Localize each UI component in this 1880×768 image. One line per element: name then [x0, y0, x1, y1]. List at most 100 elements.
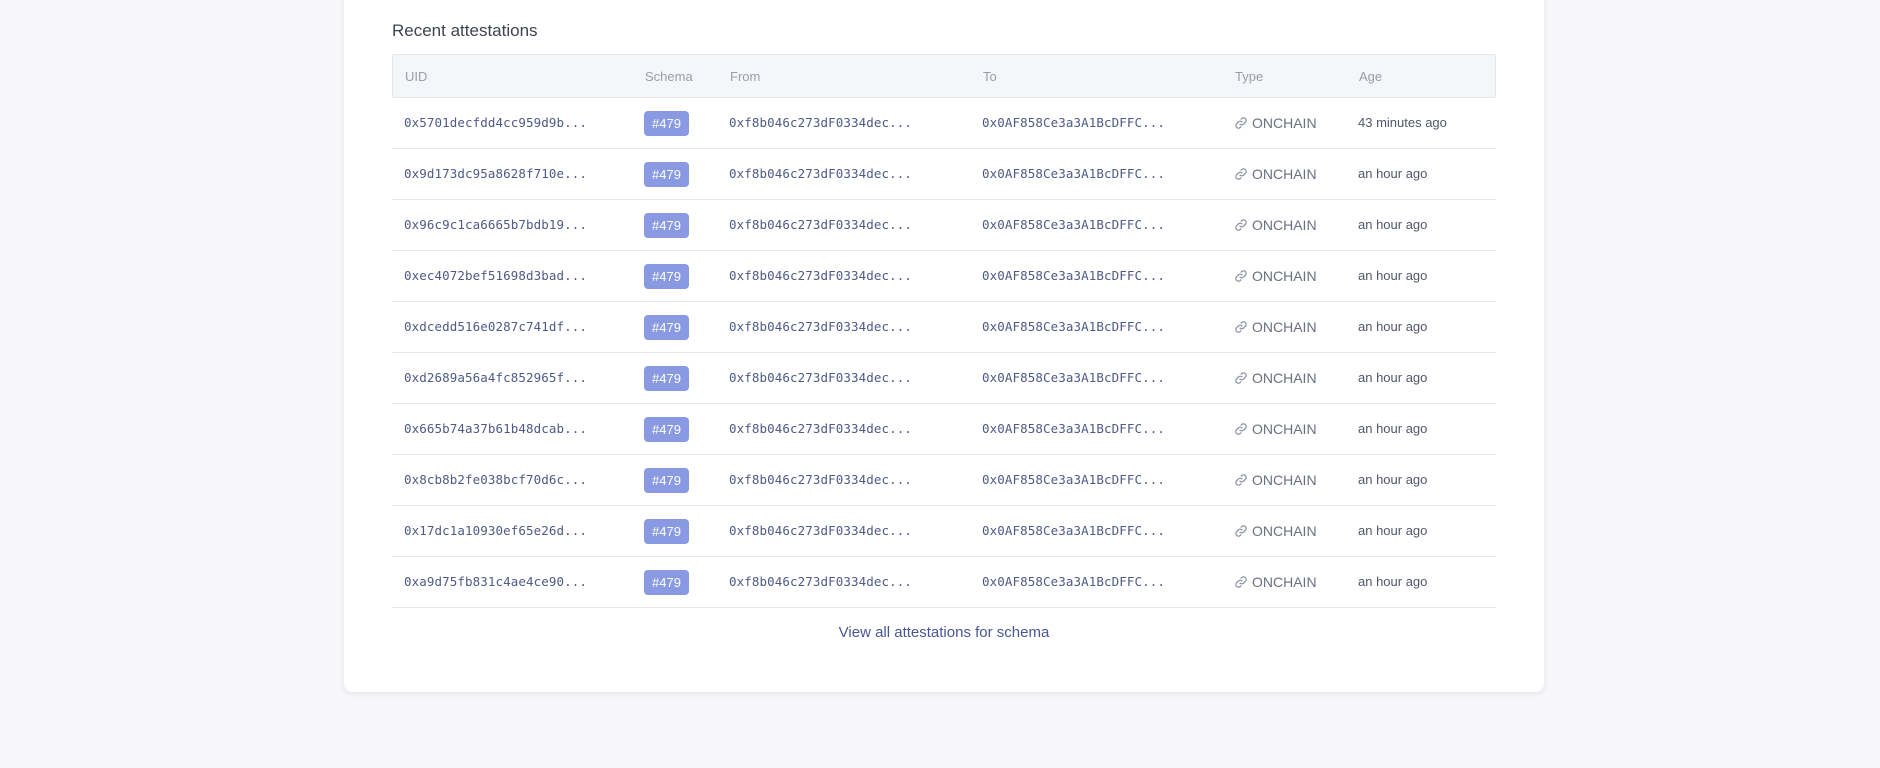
age-label: an hour ago — [1358, 268, 1428, 283]
from-address-link[interactable]: 0xf8b046c273dF0334dec... — [729, 523, 912, 538]
type-cell: ONCHAIN — [1234, 217, 1358, 233]
type-label: ONCHAIN — [1252, 523, 1317, 539]
age-label: an hour ago — [1358, 217, 1428, 232]
from-address-link[interactable]: 0xf8b046c273dF0334dec... — [729, 421, 912, 436]
type-label: ONCHAIN — [1252, 472, 1317, 488]
age-label: an hour ago — [1358, 166, 1428, 181]
to-address-link[interactable]: 0x0AF858Ce3a3A1BcDFFC... — [982, 217, 1165, 232]
type-label: ONCHAIN — [1252, 574, 1317, 590]
from-address-link[interactable]: 0xf8b046c273dF0334dec... — [729, 217, 912, 232]
from-address-link[interactable]: 0xf8b046c273dF0334dec... — [729, 115, 912, 130]
attestations-card: Recent attestations UID Schema From To T… — [344, 0, 1544, 692]
link-icon — [1235, 117, 1247, 129]
schema-badge[interactable]: #479 — [644, 263, 689, 289]
link-icon — [1235, 270, 1247, 282]
page: Recent attestations UID Schema From To T… — [0, 0, 1880, 768]
uid-link[interactable]: 0xec4072bef51698d3bad... — [404, 268, 587, 283]
to-address-link[interactable]: 0x0AF858Ce3a3A1BcDFFC... — [982, 166, 1165, 181]
schema-badge[interactable]: #479 — [644, 161, 689, 187]
section-title: Recent attestations — [392, 21, 538, 40]
from-address-link[interactable]: 0xf8b046c273dF0334dec... — [729, 472, 912, 487]
header-age: Age — [1359, 68, 1383, 84]
link-icon — [1235, 576, 1247, 588]
to-address-link[interactable]: 0x0AF858Ce3a3A1BcDFFC... — [982, 472, 1165, 487]
header-type: Type — [1235, 68, 1264, 84]
table-row: 0xdcedd516e0287c741df... #479 0xf8b046c2… — [392, 302, 1496, 353]
type-cell: ONCHAIN — [1234, 166, 1358, 182]
type-cell: ONCHAIN — [1234, 115, 1358, 131]
to-address-link[interactable]: 0x0AF858Ce3a3A1BcDFFC... — [982, 268, 1165, 283]
table-header: UID Schema From To Type Age — [392, 54, 1496, 98]
schema-badge[interactable]: #479 — [644, 212, 689, 238]
table-row: 0xd2689a56a4fc852965f... #479 0xf8b046c2… — [392, 353, 1496, 404]
uid-link[interactable]: 0x8cb8b2fe038bcf70d6c... — [404, 472, 587, 487]
view-all-container: View all attestations for schema — [344, 624, 1544, 641]
from-address-link[interactable]: 0xf8b046c273dF0334dec... — [729, 574, 912, 589]
table-row: 0xec4072bef51698d3bad... #479 0xf8b046c2… — [392, 251, 1496, 302]
age-label: an hour ago — [1358, 421, 1428, 436]
link-icon — [1235, 219, 1247, 231]
type-label: ONCHAIN — [1252, 370, 1317, 386]
link-icon — [1235, 474, 1247, 486]
uid-link[interactable]: 0x96c9c1ca6665b7bdb19... — [404, 217, 587, 232]
type-cell: ONCHAIN — [1234, 370, 1358, 386]
schema-badge[interactable]: #479 — [644, 314, 689, 340]
from-address-link[interactable]: 0xf8b046c273dF0334dec... — [729, 268, 912, 283]
type-label: ONCHAIN — [1252, 217, 1317, 233]
table-row: 0x17dc1a10930ef65e26d... #479 0xf8b046c2… — [392, 506, 1496, 557]
uid-link[interactable]: 0x5701decfdd4cc959d9b... — [404, 115, 587, 130]
uid-link[interactable]: 0x665b74a37b61b48dcab... — [404, 421, 587, 436]
type-label: ONCHAIN — [1252, 115, 1317, 131]
from-address-link[interactable]: 0xf8b046c273dF0334dec... — [729, 166, 912, 181]
type-cell: ONCHAIN — [1234, 319, 1358, 335]
type-cell: ONCHAIN — [1234, 574, 1358, 590]
schema-badge[interactable]: #479 — [644, 416, 689, 442]
from-address-link[interactable]: 0xf8b046c273dF0334dec... — [729, 370, 912, 385]
type-cell: ONCHAIN — [1234, 523, 1358, 539]
table-row: 0x665b74a37b61b48dcab... #479 0xf8b046c2… — [392, 404, 1496, 455]
type-cell: ONCHAIN — [1234, 268, 1358, 284]
uid-link[interactable]: 0xa9d75fb831c4ae4ce90... — [404, 574, 587, 589]
link-icon — [1235, 168, 1247, 180]
to-address-link[interactable]: 0x0AF858Ce3a3A1BcDFFC... — [982, 115, 1165, 130]
header-uid: UID — [405, 68, 428, 84]
type-cell: ONCHAIN — [1234, 421, 1358, 437]
to-address-link[interactable]: 0x0AF858Ce3a3A1BcDFFC... — [982, 370, 1165, 385]
table-row: 0x5701decfdd4cc959d9b... #479 0xf8b046c2… — [392, 98, 1496, 149]
to-address-link[interactable]: 0x0AF858Ce3a3A1BcDFFC... — [982, 421, 1165, 436]
attestations-table: UID Schema From To Type Age 0x5701decfdd… — [392, 54, 1496, 608]
link-icon — [1235, 321, 1247, 333]
table-row: 0xa9d75fb831c4ae4ce90... #479 0xf8b046c2… — [392, 557, 1496, 608]
header-to: To — [983, 68, 997, 84]
view-all-attestations-link[interactable]: View all attestations for schema — [839, 624, 1050, 641]
schema-badge[interactable]: #479 — [644, 110, 689, 136]
table-row: 0x96c9c1ca6665b7bdb19... #479 0xf8b046c2… — [392, 200, 1496, 251]
table-row: 0x9d173dc95a8628f710e... #479 0xf8b046c2… — [392, 149, 1496, 200]
type-label: ONCHAIN — [1252, 319, 1317, 335]
to-address-link[interactable]: 0x0AF858Ce3a3A1BcDFFC... — [982, 523, 1165, 538]
schema-badge[interactable]: #479 — [644, 569, 689, 595]
uid-link[interactable]: 0xd2689a56a4fc852965f... — [404, 370, 587, 385]
schema-badge[interactable]: #479 — [644, 365, 689, 391]
age-label: an hour ago — [1358, 319, 1428, 334]
to-address-link[interactable]: 0x0AF858Ce3a3A1BcDFFC... — [982, 319, 1165, 334]
from-address-link[interactable]: 0xf8b046c273dF0334dec... — [729, 319, 912, 334]
age-label: an hour ago — [1358, 370, 1428, 385]
age-label: an hour ago — [1358, 523, 1428, 538]
header-from: From — [730, 68, 761, 84]
link-icon — [1235, 372, 1247, 384]
to-address-link[interactable]: 0x0AF858Ce3a3A1BcDFFC... — [982, 574, 1165, 589]
header-schema: Schema — [645, 68, 693, 84]
age-label: an hour ago — [1358, 472, 1428, 487]
schema-badge[interactable]: #479 — [644, 518, 689, 544]
link-icon — [1235, 525, 1247, 537]
table-body: 0x5701decfdd4cc959d9b... #479 0xf8b046c2… — [392, 98, 1496, 608]
age-label: 43 minutes ago — [1358, 115, 1447, 130]
schema-badge[interactable]: #479 — [644, 467, 689, 493]
uid-link[interactable]: 0x17dc1a10930ef65e26d... — [404, 523, 587, 538]
link-icon — [1235, 423, 1247, 435]
age-label: an hour ago — [1358, 574, 1428, 589]
uid-link[interactable]: 0x9d173dc95a8628f710e... — [404, 166, 587, 181]
table-row: 0x8cb8b2fe038bcf70d6c... #479 0xf8b046c2… — [392, 455, 1496, 506]
uid-link[interactable]: 0xdcedd516e0287c741df... — [404, 319, 587, 334]
